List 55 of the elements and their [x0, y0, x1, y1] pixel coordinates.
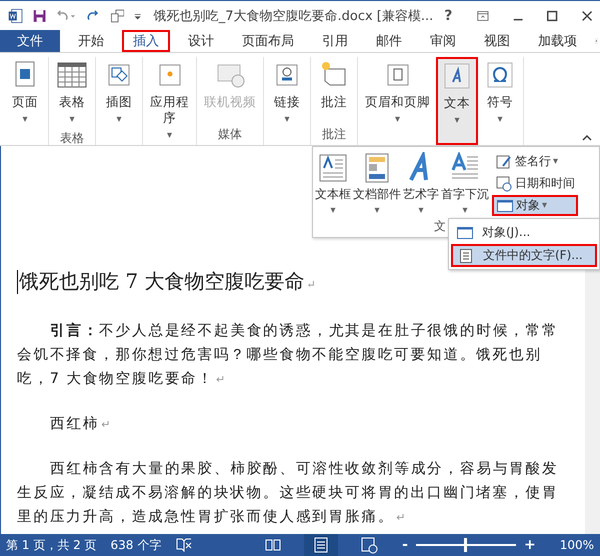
document-lines-icon	[457, 246, 475, 264]
ribbon-tab[interactable]: 加载项	[528, 30, 587, 52]
close-icon[interactable]	[582, 8, 592, 22]
group-label: 表格	[60, 130, 84, 147]
menu-item[interactable]: 对象(J)...	[451, 221, 597, 244]
ribbon-tab[interactable]: 审阅	[420, 30, 466, 52]
ribbon-tab[interactable]: 引用	[312, 30, 358, 52]
page-count[interactable]: 第 1 页，共 2 页	[6, 536, 97, 554]
paragraph: 西红柿含有大量的果胶、柿胶酚、可溶性收敛剂等成分，容易与胃酸发生反应，凝结成不易溶解的块状物。这些硬块可将胃的出口幽门堵塞，使胃里的压力升高，造成急性胃扩张而使人感到胃胀痛。↵	[17, 461, 558, 525]
window-title: 饿死也别吃_7大食物空腹吃要命.docx [兼容模...	[154, 8, 434, 24]
zoom-out-button[interactable]: -	[400, 537, 410, 553]
paragraph: 引言：不少人总是经不起美食的诱惑，尤其是在肚子很饿的时候，常常会饥不择食，那你想过危害吗？哪些食物不能空腹吃可要知道。饿死也别吃，7 大食物空腹吃要命！↵	[17, 323, 558, 387]
text-box-icon	[317, 152, 349, 184]
menu-button[interactable]: 日期和时间	[492, 173, 578, 194]
ribbon-button[interactable]: 文本 ▾	[436, 57, 478, 145]
menu-button[interactable]: 对象 ▾	[492, 195, 578, 216]
menu-button[interactable]: 签名行 ▾	[492, 151, 578, 172]
ribbon-tab[interactable]: 邮件	[366, 30, 412, 52]
group-label: 批注	[322, 126, 346, 143]
ribbon-button[interactable]: 符号 ▾	[480, 57, 520, 145]
ribbon-button[interactable]: 页面 ▾	[5, 57, 45, 145]
ribbon-tab[interactable]: 设计	[178, 30, 224, 52]
help-button[interactable]: ?	[443, 6, 454, 24]
ribbon-button[interactable]: 链接 ▾	[267, 57, 307, 145]
maximize-icon[interactable]	[547, 8, 558, 22]
ribbon-tab[interactable]: 插入	[122, 30, 170, 52]
pen-icon	[495, 152, 513, 170]
word-count[interactable]: 638 个字	[110, 536, 162, 554]
collapse-ribbon-icon[interactable]	[582, 133, 592, 141]
ribbon-tab[interactable]: 视图	[474, 30, 520, 52]
gallery-button[interactable]: 艺术字 ▾	[402, 151, 440, 217]
document-heading: 饿死也别吃 7 大食物空腹吃要命	[19, 269, 304, 293]
ribbon-button[interactable]: 批注	[314, 57, 354, 126]
ribbon-button[interactable]: 页眉和页脚 ▾	[361, 57, 434, 145]
ribbon-button[interactable]: 表格 ▾	[52, 57, 92, 130]
paragraph-mark: ↵	[306, 278, 316, 291]
ribbon-tab[interactable]: 文件	[0, 30, 60, 52]
ribbon-button[interactable]: 插图 ▾	[99, 57, 139, 145]
gallery-button[interactable]: 文本框 ▾	[314, 151, 352, 217]
proofing-icon[interactable]	[175, 537, 194, 553]
zoom-in-button[interactable]: +	[522, 537, 538, 553]
zoom-level[interactable]: 100%	[560, 538, 594, 552]
group-label: 文	[434, 218, 446, 235]
gallery-button[interactable]: 首字下沉 ▾	[440, 151, 490, 217]
ribbon-tab[interactable]: 开始	[68, 30, 114, 52]
ribbon-display-icon[interactable]	[477, 8, 490, 22]
view-button[interactable]	[304, 534, 338, 556]
menu-item[interactable]: 文件中的文字(F)...	[451, 244, 597, 267]
print-layout-icon	[312, 536, 330, 554]
calendar-clock-icon	[495, 174, 513, 192]
group-label: 媒体	[218, 126, 242, 143]
ribbon-button[interactable]: 应用程 序 ▾	[146, 57, 193, 146]
gallery-button[interactable]: 文档部件 ▾	[352, 151, 402, 217]
ribbon-tab[interactable]: 页面布局	[232, 30, 304, 52]
paragraph: 西红柿↵	[50, 416, 112, 432]
